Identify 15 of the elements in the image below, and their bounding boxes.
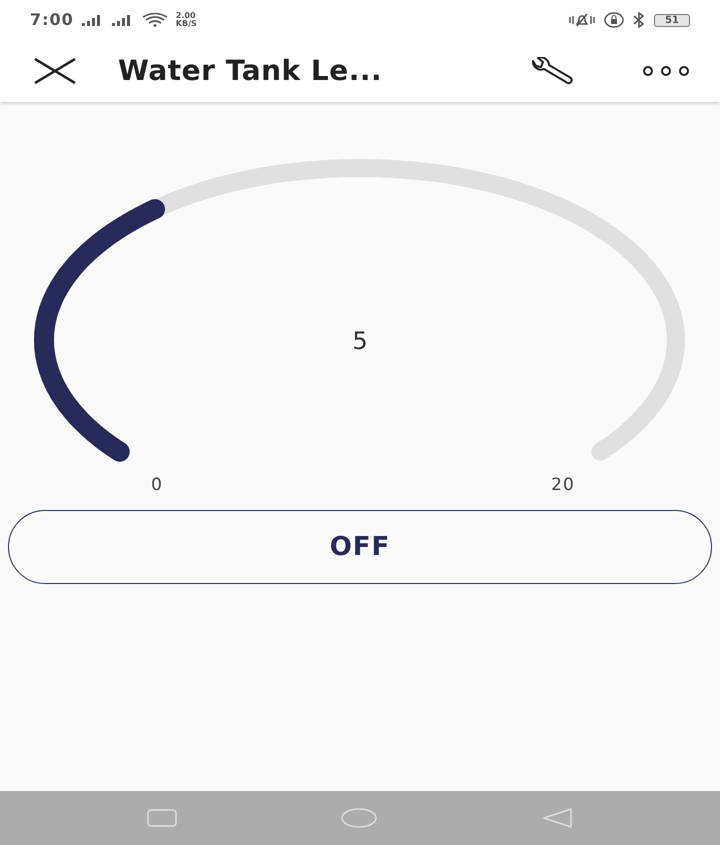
gauge-value: 5	[352, 327, 368, 355]
wifi-icon	[142, 13, 168, 27]
bluetooth-icon	[632, 12, 646, 28]
gauge-min-label: 0	[151, 475, 163, 495]
network-speed: 2.00	[176, 12, 197, 20]
vibrate-icon	[568, 13, 596, 27]
lock-icon	[604, 12, 624, 28]
more-icon[interactable]	[642, 66, 690, 76]
battery-icon: 51	[654, 14, 690, 26]
close-icon[interactable]	[34, 58, 76, 84]
speed-unit: KB/S	[176, 20, 197, 28]
clock-time: 7:00	[30, 9, 74, 31]
gauge-max-label: 20	[551, 475, 575, 495]
off-button[interactable]: OFF	[8, 510, 712, 584]
app-title: Water Tank Le...	[118, 53, 382, 89]
